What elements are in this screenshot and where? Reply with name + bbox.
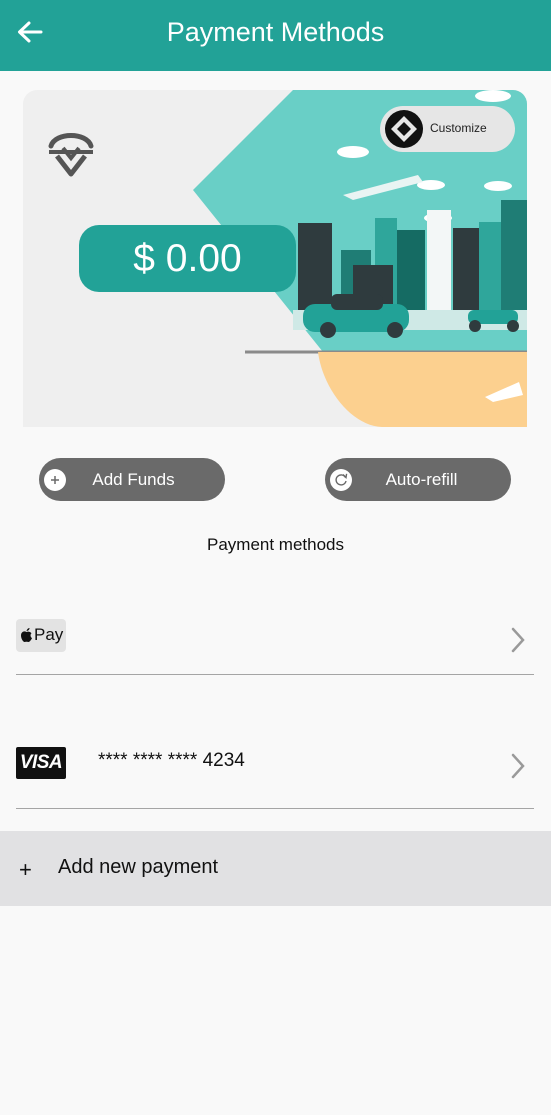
chevron-right-icon [511, 753, 525, 779]
shield-logo-icon [48, 133, 94, 177]
divider [16, 674, 534, 675]
payment-methods-heading: Payment methods [206, 535, 344, 554]
customize-button[interactable]: Customize [380, 106, 515, 152]
apple-pay-badge: Pay [16, 619, 66, 652]
page-title: Payment Methods [166, 17, 385, 47]
app-header: Payment Methods [0, 0, 551, 71]
card-number: **** **** **** 4234 [98, 750, 245, 771]
plus-icon: + [19, 857, 32, 882]
visa-badge: VISA [16, 747, 66, 779]
customize-icon [385, 110, 423, 148]
add-funds-button[interactable]: Add Funds [39, 458, 225, 501]
divider [16, 808, 534, 809]
add-new-payment-button[interactable]: + Add new payment [0, 831, 551, 906]
auto-refill-button[interactable]: Auto-refill [325, 458, 511, 501]
balance-card: $ 0.00 Customize [23, 90, 527, 427]
add-funds-label: Add Funds [92, 470, 175, 489]
add-new-payment-label: Add new payment [58, 856, 219, 878]
payment-method-visa[interactable]: VISA **** **** **** 4234 [16, 730, 534, 809]
auto-refill-label: Auto-refill [385, 470, 458, 489]
balance-amount: $ 0.00 [79, 225, 296, 292]
customize-label: Customize [430, 121, 487, 135]
payment-method-apple-pay[interactable]: Pay [16, 598, 534, 675]
chevron-right-icon [511, 627, 525, 653]
apple-pay-text: Pay [34, 625, 64, 644]
apple-logo-icon [21, 628, 32, 643]
